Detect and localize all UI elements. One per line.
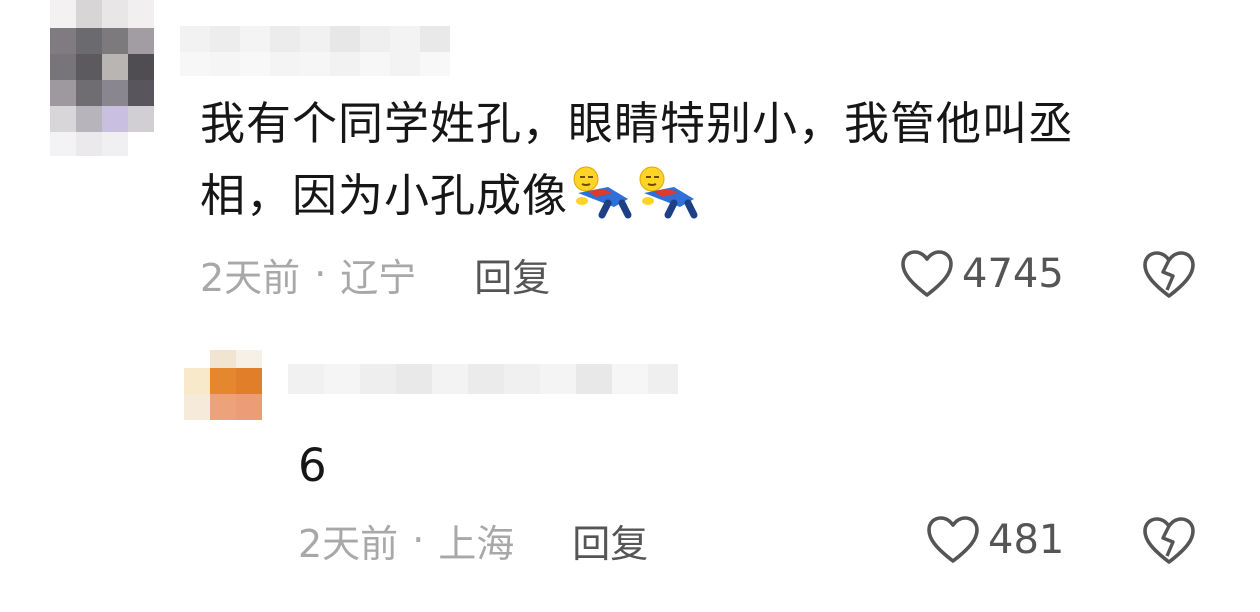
broken-heart-icon (1143, 517, 1195, 564)
comment-text: 6 (298, 439, 328, 492)
lying-down-emoji (568, 163, 634, 242)
lying-down-emoji (634, 163, 700, 242)
like-button[interactable]: 4745 (900, 246, 1064, 302)
comment-thread: 我有个同学姓孔，眼睛特别小，我管他叫丞 相，因为小孔成像 2天前 · 辽宁 回复… (0, 0, 1260, 612)
comment-location: 辽宁 (340, 255, 417, 300)
comment-text-line: 我有个同学姓孔，眼睛特别小，我管他叫丞 (200, 97, 1075, 150)
broken-heart-icon (1143, 251, 1195, 298)
like-count: 481 (988, 517, 1065, 563)
comment-text: 我有个同学姓孔，眼睛特别小，我管他叫丞 相，因为小孔成像 (200, 88, 1180, 242)
username[interactable] (180, 20, 480, 80)
meta-separator: · (314, 252, 327, 296)
comment-location: 上海 (438, 521, 515, 566)
avatar[interactable] (184, 350, 264, 422)
comment-time: 2天前 (298, 521, 399, 566)
comment-meta: 2天前 · 辽宁 回复 (200, 246, 550, 302)
heart-outline-icon (901, 250, 953, 297)
dislike-button[interactable] (1142, 250, 1196, 304)
comment-time: 2天前 (200, 255, 301, 300)
heart-outline-icon (927, 516, 979, 563)
comment-text-line: 相，因为小孔成像 (200, 160, 1180, 242)
comment-meta: 2天前 · 上海 回复 (298, 512, 648, 568)
like-count: 4745 (962, 251, 1064, 297)
reply-button[interactable]: 回复 (572, 513, 648, 568)
avatar[interactable] (50, 0, 180, 170)
reply-button[interactable]: 回复 (474, 247, 550, 302)
username[interactable] (288, 364, 688, 404)
like-button[interactable]: 481 (926, 512, 1064, 568)
dislike-button[interactable] (1142, 516, 1196, 570)
meta-separator: · (412, 518, 425, 562)
